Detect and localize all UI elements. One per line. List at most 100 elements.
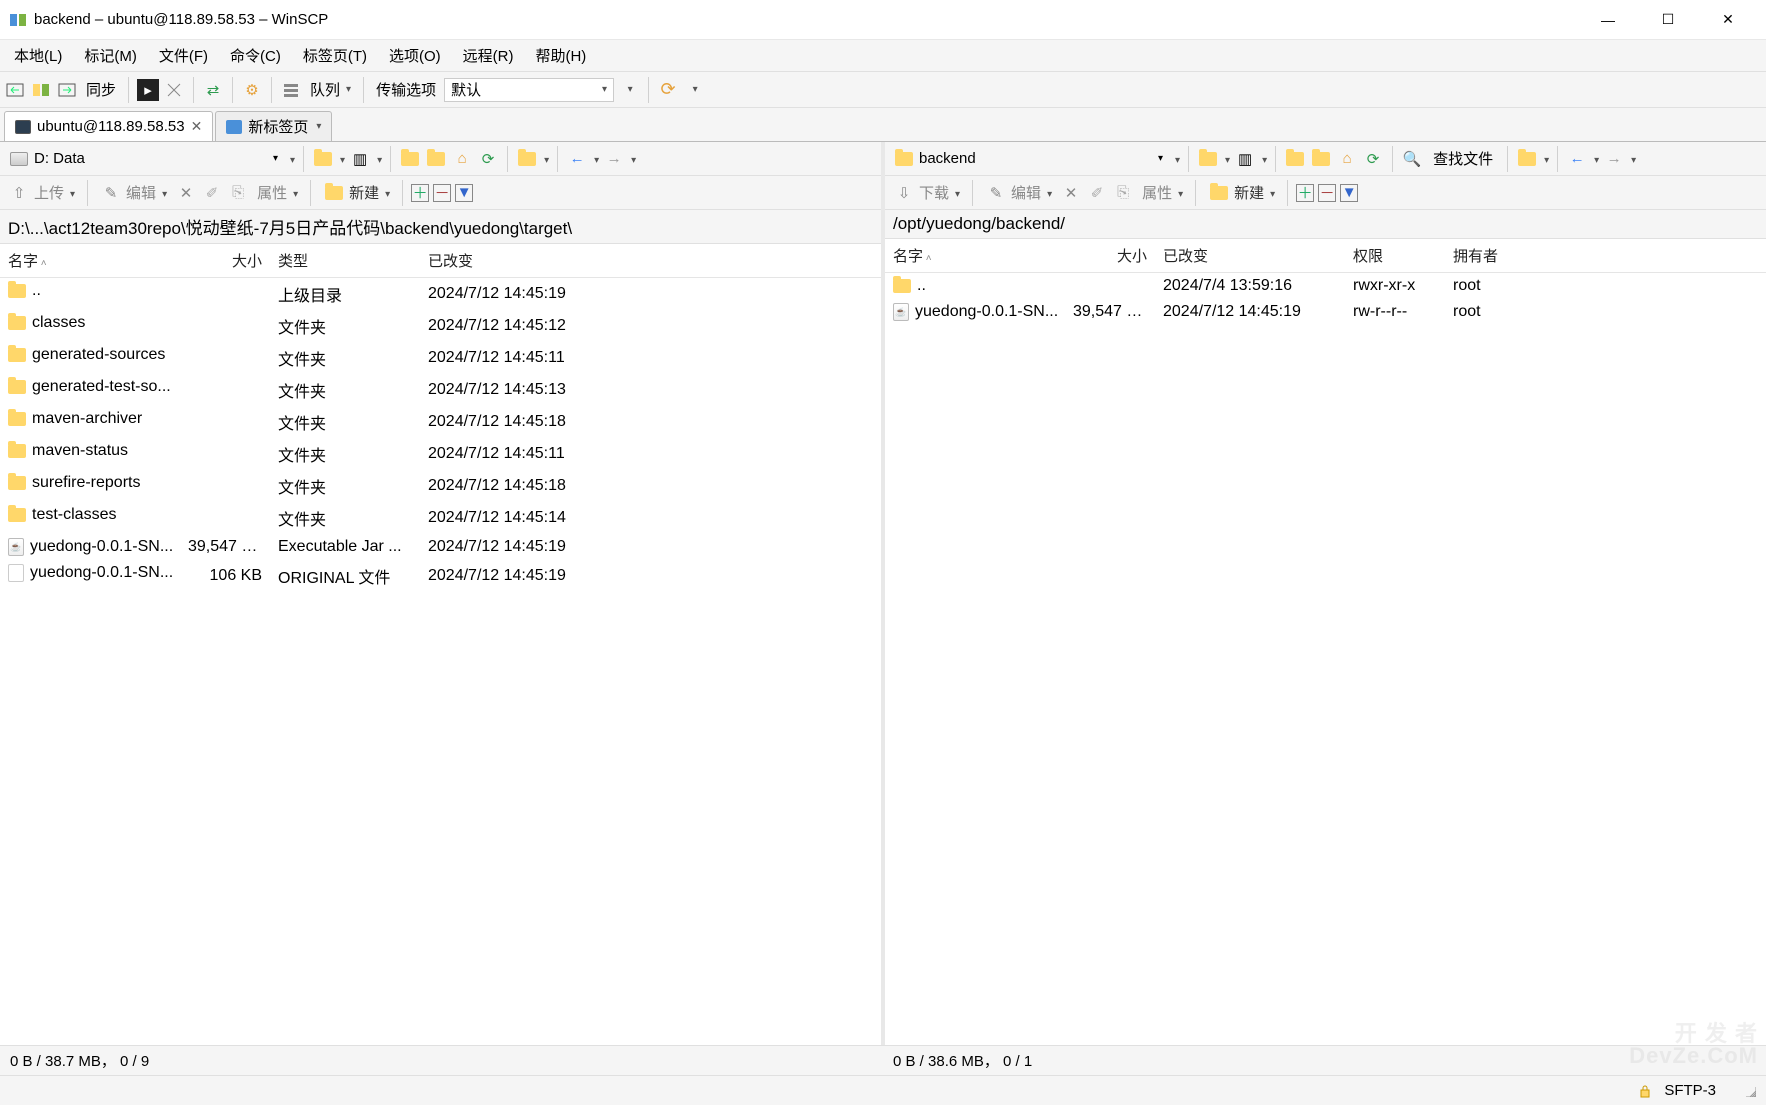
menu-file[interactable]: 文件(F): [149, 41, 218, 70]
table-row[interactable]: test-classes文件夹2024/7/12 14:45:14: [0, 502, 881, 534]
back-icon[interactable]: ←: [566, 148, 588, 170]
back-dropdown[interactable]: [1592, 150, 1599, 167]
compare-icon[interactable]: ⇄: [202, 79, 224, 101]
copy-icon[interactable]: ⎘: [1112, 182, 1134, 204]
table-row[interactable]: generated-sources文件夹2024/7/12 14:45:11: [0, 342, 881, 374]
maximize-button[interactable]: ☐: [1638, 0, 1698, 40]
edit-button[interactable]: ✎编辑: [96, 182, 171, 204]
search-icon[interactable]: 🔍: [1401, 148, 1423, 170]
col-rights[interactable]: 权限: [1345, 239, 1445, 273]
edit-button[interactable]: ✎编辑: [981, 182, 1056, 204]
col-changed[interactable]: 已改变: [1155, 239, 1345, 273]
sync-right-icon[interactable]: [56, 79, 78, 101]
refresh-icon[interactable]: ⟳: [477, 148, 499, 170]
parent-folder-icon[interactable]: [1284, 148, 1306, 170]
menu-options[interactable]: 选项(O): [379, 41, 451, 70]
transfer-more-dropdown[interactable]: [618, 79, 640, 101]
filter-icon[interactable]: ▥: [1234, 148, 1256, 170]
props-button[interactable]: 属性: [1138, 182, 1187, 203]
filter-dropdown[interactable]: [375, 150, 382, 167]
menu-mark[interactable]: 标记(M): [74, 41, 147, 70]
table-row[interactable]: ..上级目录2024/7/12 14:45:19: [0, 278, 881, 311]
copy-icon[interactable]: ⎘: [227, 182, 249, 204]
close-button[interactable]: ✕: [1698, 0, 1758, 40]
col-type[interactable]: 类型: [270, 244, 420, 278]
command-icon[interactable]: [163, 79, 185, 101]
table-row[interactable]: surefire-reports文件夹2024/7/12 14:45:18: [0, 470, 881, 502]
folder-dropdown[interactable]: [338, 150, 345, 167]
table-row[interactable]: generated-test-so...文件夹2024/7/12 14:45:1…: [0, 374, 881, 406]
col-name[interactable]: 名字: [885, 239, 1065, 273]
new-button[interactable]: 新建: [319, 182, 394, 204]
refresh-icon[interactable]: ⟳: [1362, 148, 1384, 170]
drive-history-dropdown[interactable]: [288, 150, 295, 167]
filter-dropdown[interactable]: [1260, 150, 1267, 167]
menu-remote[interactable]: 远程(R): [453, 41, 524, 70]
bookmark-icon[interactable]: [1516, 148, 1538, 170]
upload-button[interactable]: ⇧上传: [4, 182, 79, 204]
col-name[interactable]: 名字: [0, 244, 180, 278]
bookmark-dropdown[interactable]: [1542, 150, 1549, 167]
forward-dropdown[interactable]: [1629, 150, 1636, 167]
sync-left-icon[interactable]: [4, 79, 26, 101]
table-row[interactable]: yuedong-0.0.1-SN...106 KBORIGINAL 文件2024…: [0, 560, 881, 592]
bookmark-icon[interactable]: [516, 148, 538, 170]
filter-list-icon[interactable]: ▼: [1340, 184, 1358, 202]
filter-icon[interactable]: ▥: [349, 148, 371, 170]
refresh-all-icon[interactable]: ⟳: [657, 79, 679, 101]
home-icon[interactable]: ⌂: [451, 148, 473, 170]
select-all-icon[interactable]: ＋: [411, 184, 429, 202]
local-path[interactable]: D:\...\act12team30repo\悦动壁纸-7月5日产品代码\bac…: [0, 210, 881, 244]
forward-icon[interactable]: →: [1603, 148, 1625, 170]
table-row[interactable]: maven-archiver文件夹2024/7/12 14:45:18: [0, 406, 881, 438]
open-folder-icon[interactable]: [312, 148, 334, 170]
queue-icon[interactable]: [280, 79, 302, 101]
col-size[interactable]: 大小: [1065, 239, 1155, 273]
props-button[interactable]: 属性: [253, 182, 302, 203]
col-changed[interactable]: 已改变: [420, 244, 881, 278]
local-drive-selector[interactable]: D: Data ▾: [4, 148, 284, 169]
deselect-all-icon[interactable]: －: [1318, 184, 1336, 202]
delete-icon[interactable]: ✕: [175, 182, 197, 204]
back-icon[interactable]: ←: [1566, 148, 1588, 170]
close-tab-icon[interactable]: ✕: [191, 118, 203, 135]
lock-icon[interactable]: [1638, 1084, 1652, 1098]
refresh-dropdown[interactable]: [683, 79, 705, 101]
forward-dropdown[interactable]: [629, 150, 636, 167]
back-dropdown[interactable]: [592, 150, 599, 167]
col-size[interactable]: 大小: [180, 244, 270, 278]
new-tab[interactable]: 新标签页: [215, 111, 332, 141]
table-row[interactable]: ..2024/7/4 13:59:16rwxr-xr-xroot: [885, 273, 1766, 300]
table-row[interactable]: maven-status文件夹2024/7/12 14:45:11: [0, 438, 881, 470]
sync-compare-icon[interactable]: [30, 79, 52, 101]
table-row[interactable]: ☕yuedong-0.0.1-SN...39,547 KB2024/7/12 1…: [885, 299, 1766, 325]
forward-icon[interactable]: →: [603, 148, 625, 170]
delete-icon[interactable]: ✕: [1060, 182, 1082, 204]
remote-history-dropdown[interactable]: [1173, 150, 1180, 167]
download-button[interactable]: ⇩下载: [889, 182, 964, 204]
minimize-button[interactable]: —: [1578, 0, 1638, 40]
terminal-icon[interactable]: ▸: [137, 79, 159, 101]
rename-icon[interactable]: ✐: [1086, 182, 1108, 204]
sync-button[interactable]: 同步: [82, 79, 120, 100]
new-button[interactable]: 新建: [1204, 182, 1279, 204]
home-icon[interactable]: ⌂: [1336, 148, 1358, 170]
resize-grip-icon[interactable]: [1746, 1085, 1756, 1097]
root-folder-icon[interactable]: [425, 148, 447, 170]
settings-icon[interactable]: ⚙: [241, 79, 263, 101]
bookmark-dropdown[interactable]: [542, 150, 549, 167]
open-folder-icon[interactable]: [1197, 148, 1219, 170]
menu-help[interactable]: 帮助(H): [525, 41, 596, 70]
menu-command[interactable]: 命令(C): [220, 41, 291, 70]
menu-local[interactable]: 本地(L): [4, 41, 72, 70]
root-folder-icon[interactable]: [1310, 148, 1332, 170]
menu-tab[interactable]: 标签页(T): [293, 41, 377, 70]
col-owner[interactable]: 拥有者: [1445, 239, 1766, 273]
table-row[interactable]: classes文件夹2024/7/12 14:45:12: [0, 310, 881, 342]
remote-drive-selector[interactable]: backend ▾: [889, 148, 1169, 169]
folder-dropdown[interactable]: [1223, 150, 1230, 167]
remote-filelist[interactable]: 名字 大小 已改变 权限 拥有者 ..2024/7/4 13:59:16rwxr…: [885, 239, 1766, 1045]
select-all-icon[interactable]: ＋: [1296, 184, 1314, 202]
transfer-default-dropdown[interactable]: 默认 ▾: [444, 78, 614, 102]
search-label[interactable]: 查找文件: [1427, 148, 1499, 169]
